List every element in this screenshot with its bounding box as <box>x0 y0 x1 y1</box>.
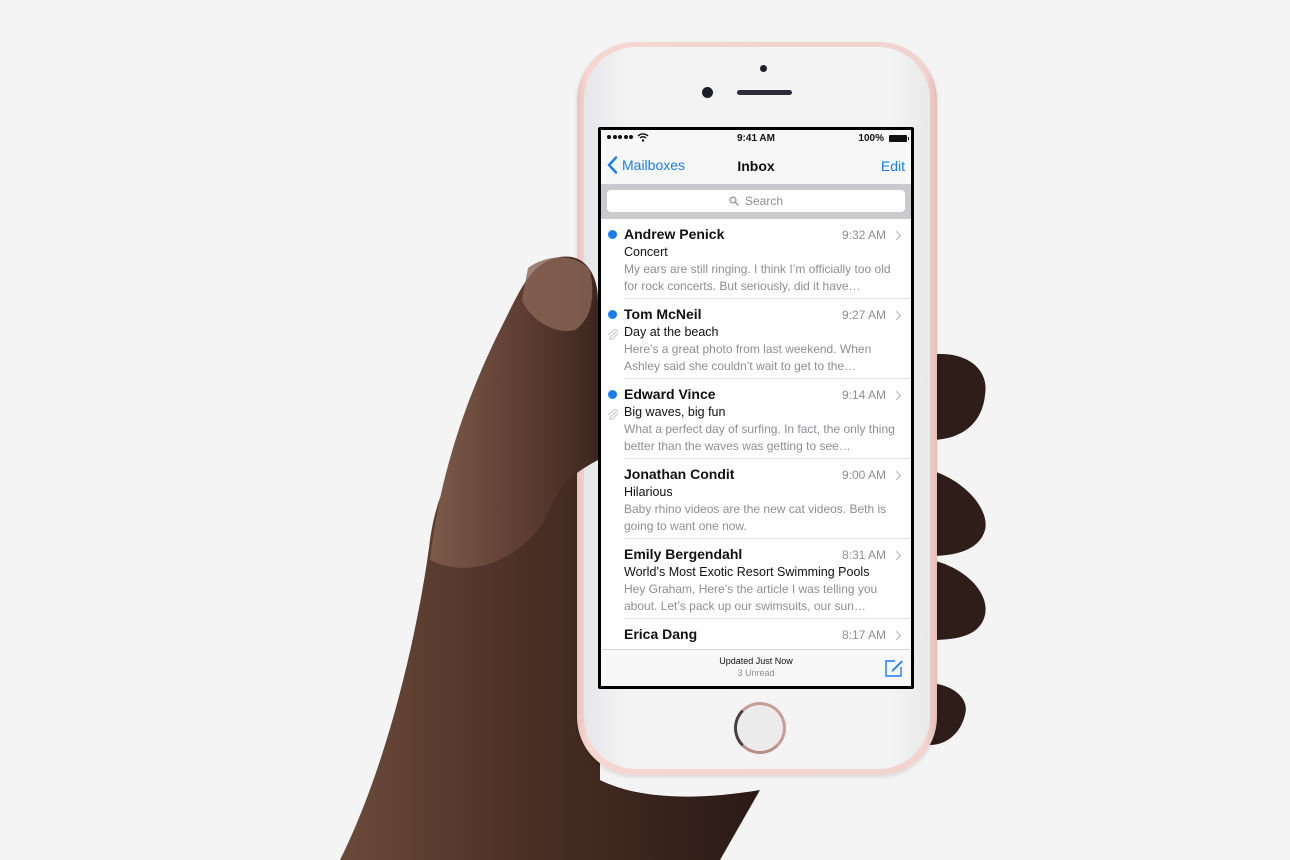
search-placeholder: Search <box>744 194 784 208</box>
mail-app: 9:41 AM 100% Mailboxes Inbox Edit Search… <box>601 130 911 686</box>
battery-full-icon <box>889 135 909 142</box>
edit-button[interactable]: Edit <box>881 158 905 174</box>
mail-subject: Day at the beach <box>624 325 719 339</box>
mail-subject: Big waves, big fun <box>624 405 726 419</box>
mail-sender: Erica Dang <box>624 626 698 642</box>
mail-time: 8:17 AM <box>841 628 886 642</box>
earpiece-speaker-icon <box>737 90 792 95</box>
chevron-right-icon <box>895 310 902 321</box>
proximity-sensor-icon <box>760 65 767 72</box>
chevron-right-icon <box>895 390 902 401</box>
mail-list-item[interactable]: Andrew Penick 9:32 AM Concert My ears ar… <box>601 219 911 299</box>
paperclip-icon <box>607 409 618 420</box>
search-bar: Search <box>601 184 911 219</box>
mail-preview: My ears are still ringing. I think I’m o… <box>624 262 891 293</box>
chevron-right-icon <box>895 230 902 241</box>
front-camera-icon <box>702 87 713 98</box>
unread-count: 3 Unread <box>737 668 775 678</box>
chevron-right-icon <box>895 550 902 561</box>
mail-sender: Edward Vince <box>624 386 716 402</box>
battery-percent: 100% <box>858 133 884 144</box>
mail-sender: Andrew Penick <box>624 226 725 242</box>
mail-list-item[interactable]: Jonathan Condit 9:00 AM Hilarious Baby r… <box>601 459 911 539</box>
message-list[interactable]: Andrew Penick 9:32 AM Concert My ears ar… <box>601 219 911 686</box>
bottom-toolbar: Updated Just Now 3 Unread <box>601 649 911 686</box>
chevron-right-icon <box>895 630 902 641</box>
mail-time: 9:27 AM <box>841 308 886 322</box>
mail-sender: Jonathan Condit <box>624 466 735 482</box>
mail-time: 9:32 AM <box>841 228 886 242</box>
mail-subject: World’s Most Exotic Resort Swimming Pool… <box>624 565 870 579</box>
status-bar: 9:41 AM 100% <box>601 130 911 148</box>
mail-sender: Emily Bergendahl <box>624 546 743 562</box>
phone-screen: 9:41 AM 100% Mailboxes Inbox Edit Search… <box>598 127 914 689</box>
chevron-right-icon <box>895 470 902 481</box>
mail-time: 9:14 AM <box>841 388 886 402</box>
product-photo-scene: 9:41 AM 100% Mailboxes Inbox Edit Search… <box>0 0 1290 860</box>
update-status: Updated Just Now <box>719 656 793 666</box>
navigation-bar: Mailboxes Inbox Edit <box>601 148 911 184</box>
mail-preview: Here’s a great photo from last weekend. … <box>624 342 872 373</box>
mail-time: 8:31 AM <box>841 548 886 562</box>
mail-preview: What a perfect day of surfing. In fact, … <box>624 422 895 453</box>
mail-list-item[interactable]: Emily Bergendahl 8:31 AM World’s Most Ex… <box>601 539 911 619</box>
mail-list-item[interactable]: Tom McNeil 9:27 AM Day at the beach Here… <box>601 299 911 379</box>
mail-time: 9:00 AM <box>841 468 886 482</box>
mail-preview: Hey Graham, Here’s the article I was tel… <box>624 582 878 613</box>
search-icon <box>729 196 739 206</box>
mail-subject: Hilarious <box>624 485 673 499</box>
search-input[interactable]: Search <box>607 190 905 212</box>
unread-indicator-icon <box>608 390 617 399</box>
mail-sender: Tom McNeil <box>624 306 702 322</box>
paperclip-icon <box>607 329 618 340</box>
mail-subject: Concert <box>624 245 668 259</box>
page-title: Inbox <box>737 158 775 174</box>
unread-indicator-icon <box>608 310 617 319</box>
home-button[interactable] <box>734 702 786 754</box>
mail-list-item[interactable]: Edward Vince 9:14 AM Big waves, big fun … <box>601 379 911 459</box>
mail-preview: Baby rhino videos are the new cat videos… <box>624 502 887 533</box>
unread-indicator-icon <box>608 230 617 239</box>
compose-icon[interactable] <box>884 658 904 678</box>
